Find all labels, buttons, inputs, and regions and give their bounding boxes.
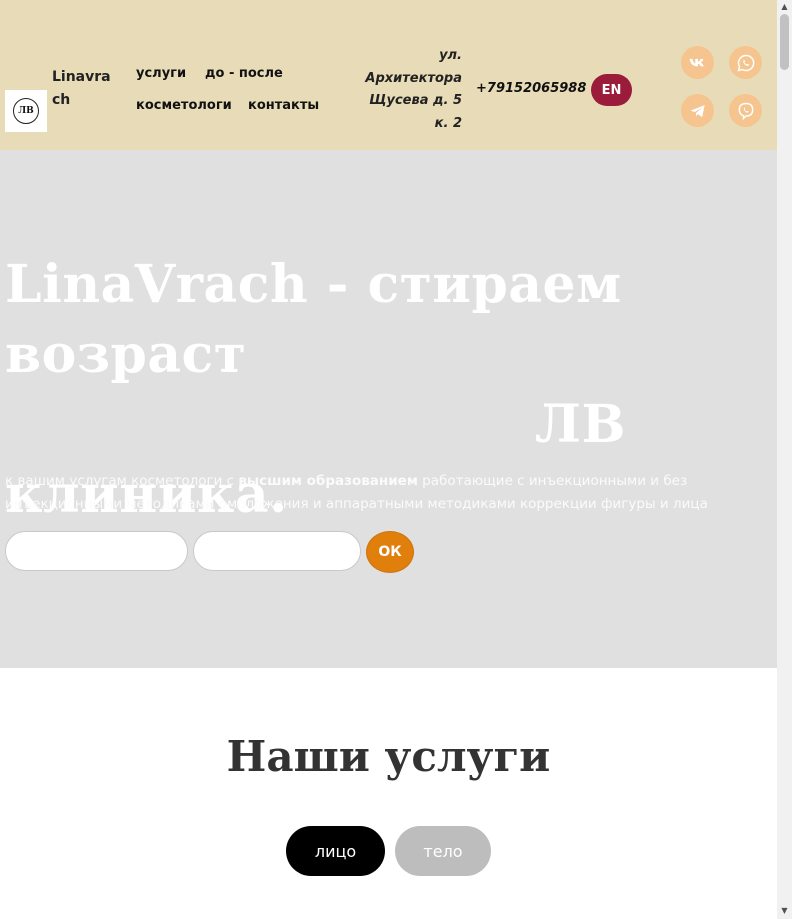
language-button[interactable]: EN bbox=[591, 74, 632, 106]
hero-section: LinaVrach - стираем возраст ЛВ клиника. … bbox=[0, 150, 777, 668]
tab-face[interactable]: лицо bbox=[286, 826, 385, 876]
scroll-down-arrow-icon[interactable]: ▼ bbox=[780, 906, 789, 916]
whatsapp-icon[interactable] bbox=[729, 46, 762, 79]
logo[interactable]: ЛВ bbox=[5, 90, 47, 132]
hero-subtitle-pre: к вашим услугам косметологи с bbox=[5, 473, 239, 489]
vk-icon[interactable] bbox=[681, 46, 714, 79]
hero-subtitle: к вашим услугам косметологи с высшим обр… bbox=[5, 470, 765, 516]
nav-before-after[interactable]: до - после bbox=[205, 66, 283, 81]
nav-cosmetologists[interactable]: косметологи bbox=[136, 98, 232, 113]
tab-body[interactable]: тело bbox=[395, 826, 491, 876]
nav-contacts[interactable]: контакты bbox=[248, 98, 319, 113]
brand-name[interactable]: Linavrach bbox=[52, 66, 112, 112]
submit-button[interactable]: ОК bbox=[366, 531, 414, 573]
hero-title-accent: ЛВ bbox=[535, 394, 626, 455]
address: ул. Архитектора Щусева д. 5 к. 2 bbox=[365, 48, 462, 131]
telegram-icon[interactable] bbox=[681, 94, 714, 127]
page: ЛВ Linavrach услуги до - после косметоло… bbox=[0, 0, 777, 919]
scrollbar-thumb[interactable] bbox=[780, 14, 789, 70]
name-input[interactable] bbox=[5, 531, 188, 571]
scroll-up-arrow-icon[interactable]: ▲ bbox=[780, 2, 789, 12]
nav-services[interactable]: услуги bbox=[136, 66, 186, 81]
hero-title-main: LinaVrach - стираем возраст bbox=[5, 254, 622, 385]
phone-link[interactable]: +79152065988 bbox=[476, 81, 586, 96]
viber-icon[interactable] bbox=[729, 94, 762, 127]
logo-mark: ЛВ bbox=[13, 98, 39, 124]
services-title: Наши услуги bbox=[226, 732, 551, 781]
phone-input[interactable] bbox=[193, 531, 361, 571]
hero-subtitle-bold: высшим образованием bbox=[238, 473, 418, 489]
scrollbar[interactable] bbox=[777, 0, 792, 919]
site-header: ЛВ Linavrach услуги до - после косметоло… bbox=[0, 0, 777, 150]
